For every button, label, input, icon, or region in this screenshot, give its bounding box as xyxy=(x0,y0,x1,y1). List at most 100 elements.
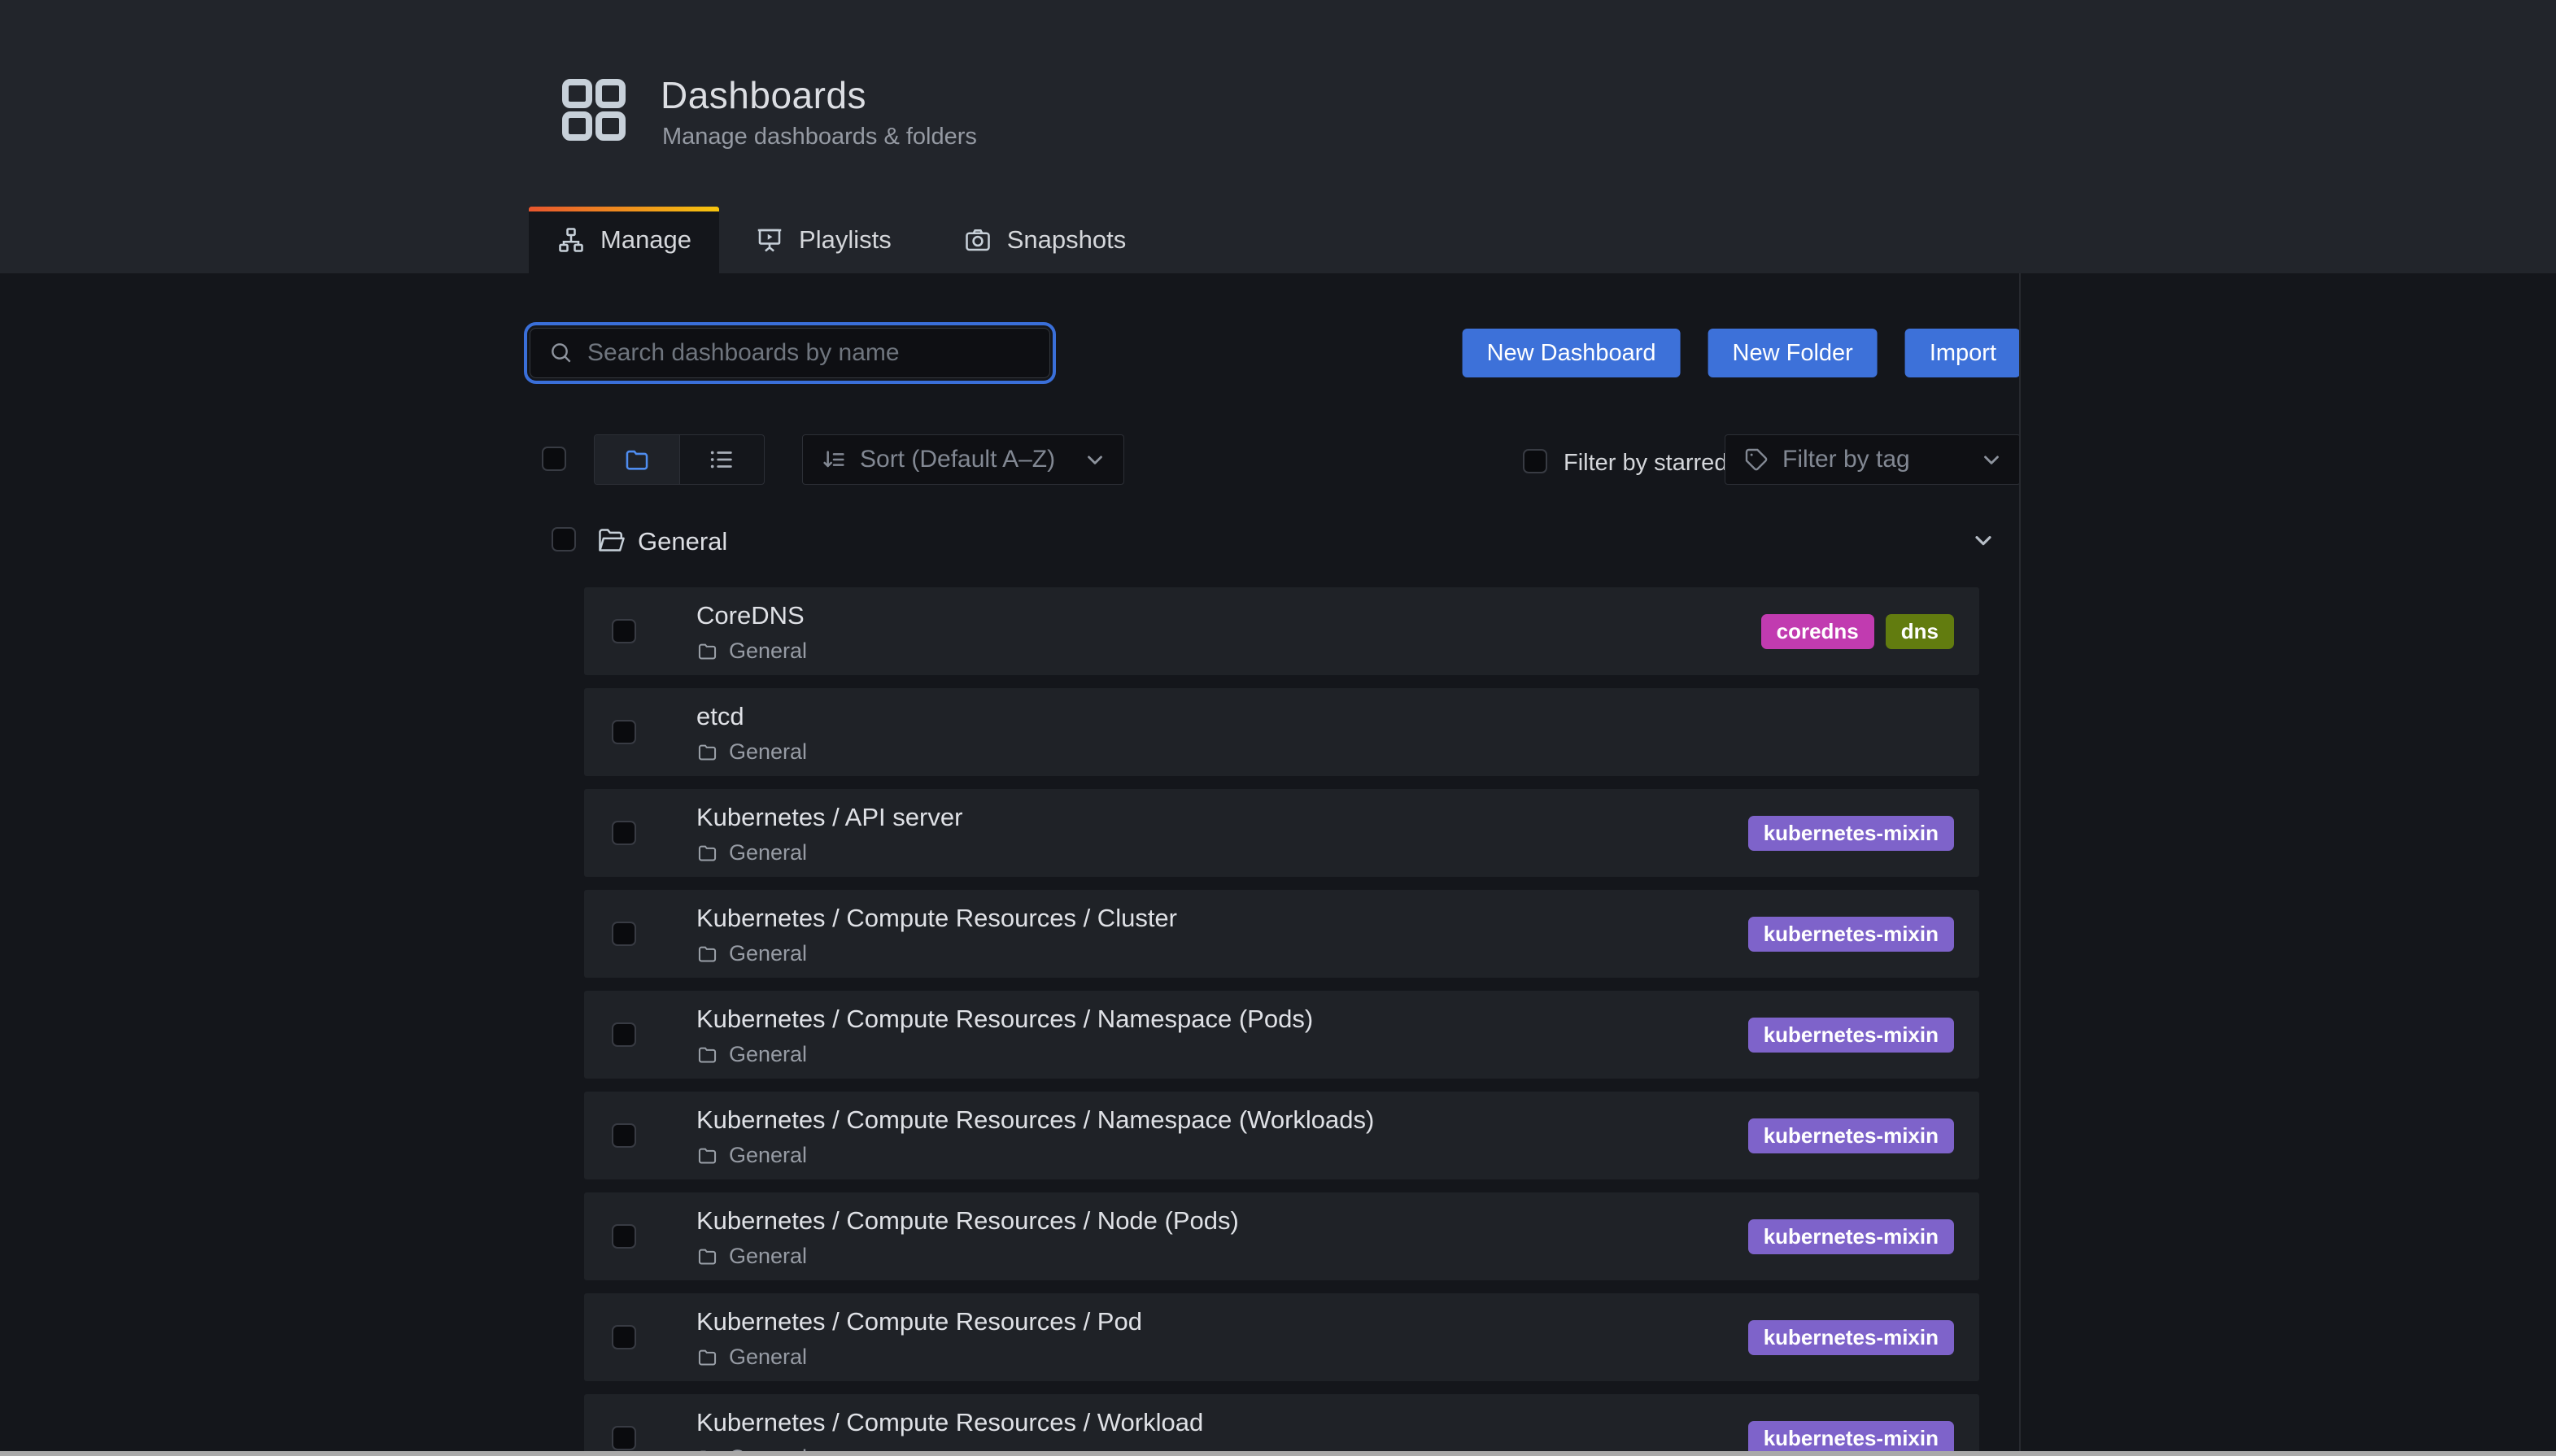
dashboard-row[interactable]: Kubernetes / Compute Resources / Namespa… xyxy=(584,991,1979,1079)
row-checkbox[interactable] xyxy=(612,619,636,643)
filter-tag-placeholder: Filter by tag xyxy=(1782,446,1979,473)
dashboard-row[interactable]: Kubernetes / Compute Resources / Pod Gen… xyxy=(584,1293,1979,1381)
import-button[interactable]: Import xyxy=(1905,329,2021,377)
row-checkbox[interactable] xyxy=(612,1224,636,1249)
panel-divider xyxy=(2019,273,2021,1456)
tag-badge[interactable]: kubernetes-mixin xyxy=(1748,816,1954,851)
folder-view-button[interactable] xyxy=(595,435,679,484)
view-mode-toggle xyxy=(594,434,765,485)
search-box xyxy=(530,328,1050,378)
list-view-button[interactable] xyxy=(679,435,765,484)
filter-starred-checkbox[interactable] xyxy=(1523,449,1547,473)
dashboard-row[interactable]: Kubernetes / API server General kubernet… xyxy=(584,789,1979,877)
folder-select-checkbox[interactable] xyxy=(552,527,576,551)
sort-amount-down-icon xyxy=(821,447,847,473)
folder-icon xyxy=(696,640,718,662)
new-dashboard-button[interactable]: New Dashboard xyxy=(1463,329,1681,377)
select-all-checkbox[interactable] xyxy=(542,447,566,471)
dashboard-folder-name: General xyxy=(729,1345,807,1370)
dashboard-title[interactable]: Kubernetes / Compute Resources / Node (P… xyxy=(696,1206,1239,1236)
toolbar-buttons: New Dashboard New Folder Import xyxy=(1463,329,2021,377)
tag-list: kubernetes-mixin xyxy=(1748,890,1954,978)
tab-label: Manage xyxy=(600,225,691,255)
dashboard-row[interactable]: CoreDNS General coredns dns xyxy=(584,587,1979,675)
folder-section-name[interactable]: General xyxy=(638,527,727,556)
page-title: Dashboards xyxy=(661,73,866,117)
dashboard-folder: General xyxy=(696,739,807,765)
folder-collapse-chevron-icon[interactable] xyxy=(1970,527,1996,553)
dashboard-title[interactable]: etcd xyxy=(696,702,744,731)
dashboard-row[interactable]: Kubernetes / Compute Resources / Workloa… xyxy=(584,1394,1979,1456)
dashboard-folder-name: General xyxy=(729,1244,807,1269)
tab-playlists[interactable]: Playlists xyxy=(719,207,927,273)
tag-list: coredns dns xyxy=(1761,587,1954,675)
tag-list: kubernetes-mixin xyxy=(1748,1192,1954,1280)
row-checkbox[interactable] xyxy=(612,922,636,946)
row-checkbox[interactable] xyxy=(612,1123,636,1148)
tag-list: kubernetes-mixin xyxy=(1748,1092,1954,1179)
row-checkbox[interactable] xyxy=(612,821,636,845)
row-checkbox[interactable] xyxy=(612,1426,636,1450)
page-header: Dashboards Manage dashboards & folders M… xyxy=(0,0,2556,273)
chevron-down-icon xyxy=(1979,447,2004,472)
folder-open-icon xyxy=(597,527,626,553)
filter-starred-label: Filter by starred xyxy=(1564,450,1727,477)
dashboard-title[interactable]: Kubernetes / API server xyxy=(696,803,962,832)
chevron-down-icon xyxy=(1083,447,1107,472)
tab-snapshots[interactable]: Snapshots xyxy=(927,207,1162,273)
bottom-scrollbar[interactable] xyxy=(0,1451,2556,1456)
row-checkbox[interactable] xyxy=(612,1325,636,1349)
dashboard-folder: General xyxy=(696,1042,807,1067)
folder-icon xyxy=(696,1245,718,1267)
dashboard-title[interactable]: Kubernetes / Compute Resources / Namespa… xyxy=(696,1105,1374,1135)
dashboard-folder-name: General xyxy=(729,739,807,765)
folder-icon xyxy=(696,741,718,763)
tag-badge[interactable]: kubernetes-mixin xyxy=(1748,1219,1954,1254)
tab-label: Playlists xyxy=(799,225,892,255)
row-checkbox[interactable] xyxy=(612,720,636,744)
tag-badge[interactable]: kubernetes-mixin xyxy=(1748,1118,1954,1153)
dashboard-title[interactable]: Kubernetes / Compute Resources / Workloa… xyxy=(696,1408,1203,1437)
list-icon xyxy=(708,446,735,473)
tag-list: kubernetes-mixin xyxy=(1748,1394,1954,1456)
tag-list: kubernetes-mixin xyxy=(1748,1293,1954,1381)
tab-label: Snapshots xyxy=(1007,225,1127,255)
folder-icon xyxy=(696,1346,718,1368)
dashboard-title[interactable]: CoreDNS xyxy=(696,601,805,630)
dashboard-folder: General xyxy=(696,639,807,664)
row-checkbox[interactable] xyxy=(612,1022,636,1047)
tag-badge[interactable]: kubernetes-mixin xyxy=(1748,917,1954,952)
presentation-play-icon xyxy=(755,225,784,255)
filter-tag-select[interactable]: Filter by tag xyxy=(1725,434,2021,485)
dashboard-folder: General xyxy=(696,840,807,865)
dashboard-title[interactable]: Kubernetes / Compute Resources / Namespa… xyxy=(696,1005,1313,1034)
tag-badge[interactable]: kubernetes-mixin xyxy=(1748,1018,1954,1053)
dashboard-folder: General xyxy=(696,941,807,966)
folder-icon xyxy=(696,1044,718,1066)
search-input[interactable] xyxy=(574,339,1049,367)
dashboard-row[interactable]: Kubernetes / Compute Resources / Namespa… xyxy=(584,1092,1979,1179)
dashboard-folder-name: General xyxy=(729,639,807,664)
dashboard-row[interactable]: Kubernetes / Compute Resources / Node (P… xyxy=(584,1192,1979,1280)
tab-manage[interactable]: Manage xyxy=(529,207,719,273)
dashboard-title[interactable]: Kubernetes / Compute Resources / Pod xyxy=(696,1307,1142,1336)
dashboard-title[interactable]: Kubernetes / Compute Resources / Cluster xyxy=(696,904,1177,933)
sort-select[interactable]: Sort (Default A–Z) xyxy=(802,434,1124,485)
search-icon xyxy=(548,340,574,366)
sort-select-value: Sort (Default A–Z) xyxy=(860,446,1083,473)
folder-icon xyxy=(696,943,718,965)
page-subtitle: Manage dashboards & folders xyxy=(662,124,977,150)
dashboard-row[interactable]: Kubernetes / Compute Resources / Cluster… xyxy=(584,890,1979,978)
dashboard-folder-name: General xyxy=(729,840,807,865)
dashboard-folder-name: General xyxy=(729,1143,807,1168)
tag-badge[interactable]: kubernetes-mixin xyxy=(1748,1320,1954,1355)
dashboard-folder: General xyxy=(696,1345,807,1370)
dashboard-list: CoreDNS General corednsdns etcd General … xyxy=(584,587,1979,1456)
dashboard-folder-name: General xyxy=(729,941,807,966)
new-folder-button[interactable]: New Folder xyxy=(1708,329,1878,377)
dashboard-row[interactable]: etcd General xyxy=(584,688,1979,776)
tag-badge[interactable]: dns xyxy=(1886,614,1954,649)
tag-badge[interactable]: coredns xyxy=(1761,614,1874,649)
folder-icon xyxy=(623,446,651,473)
folder-icon xyxy=(696,842,718,864)
